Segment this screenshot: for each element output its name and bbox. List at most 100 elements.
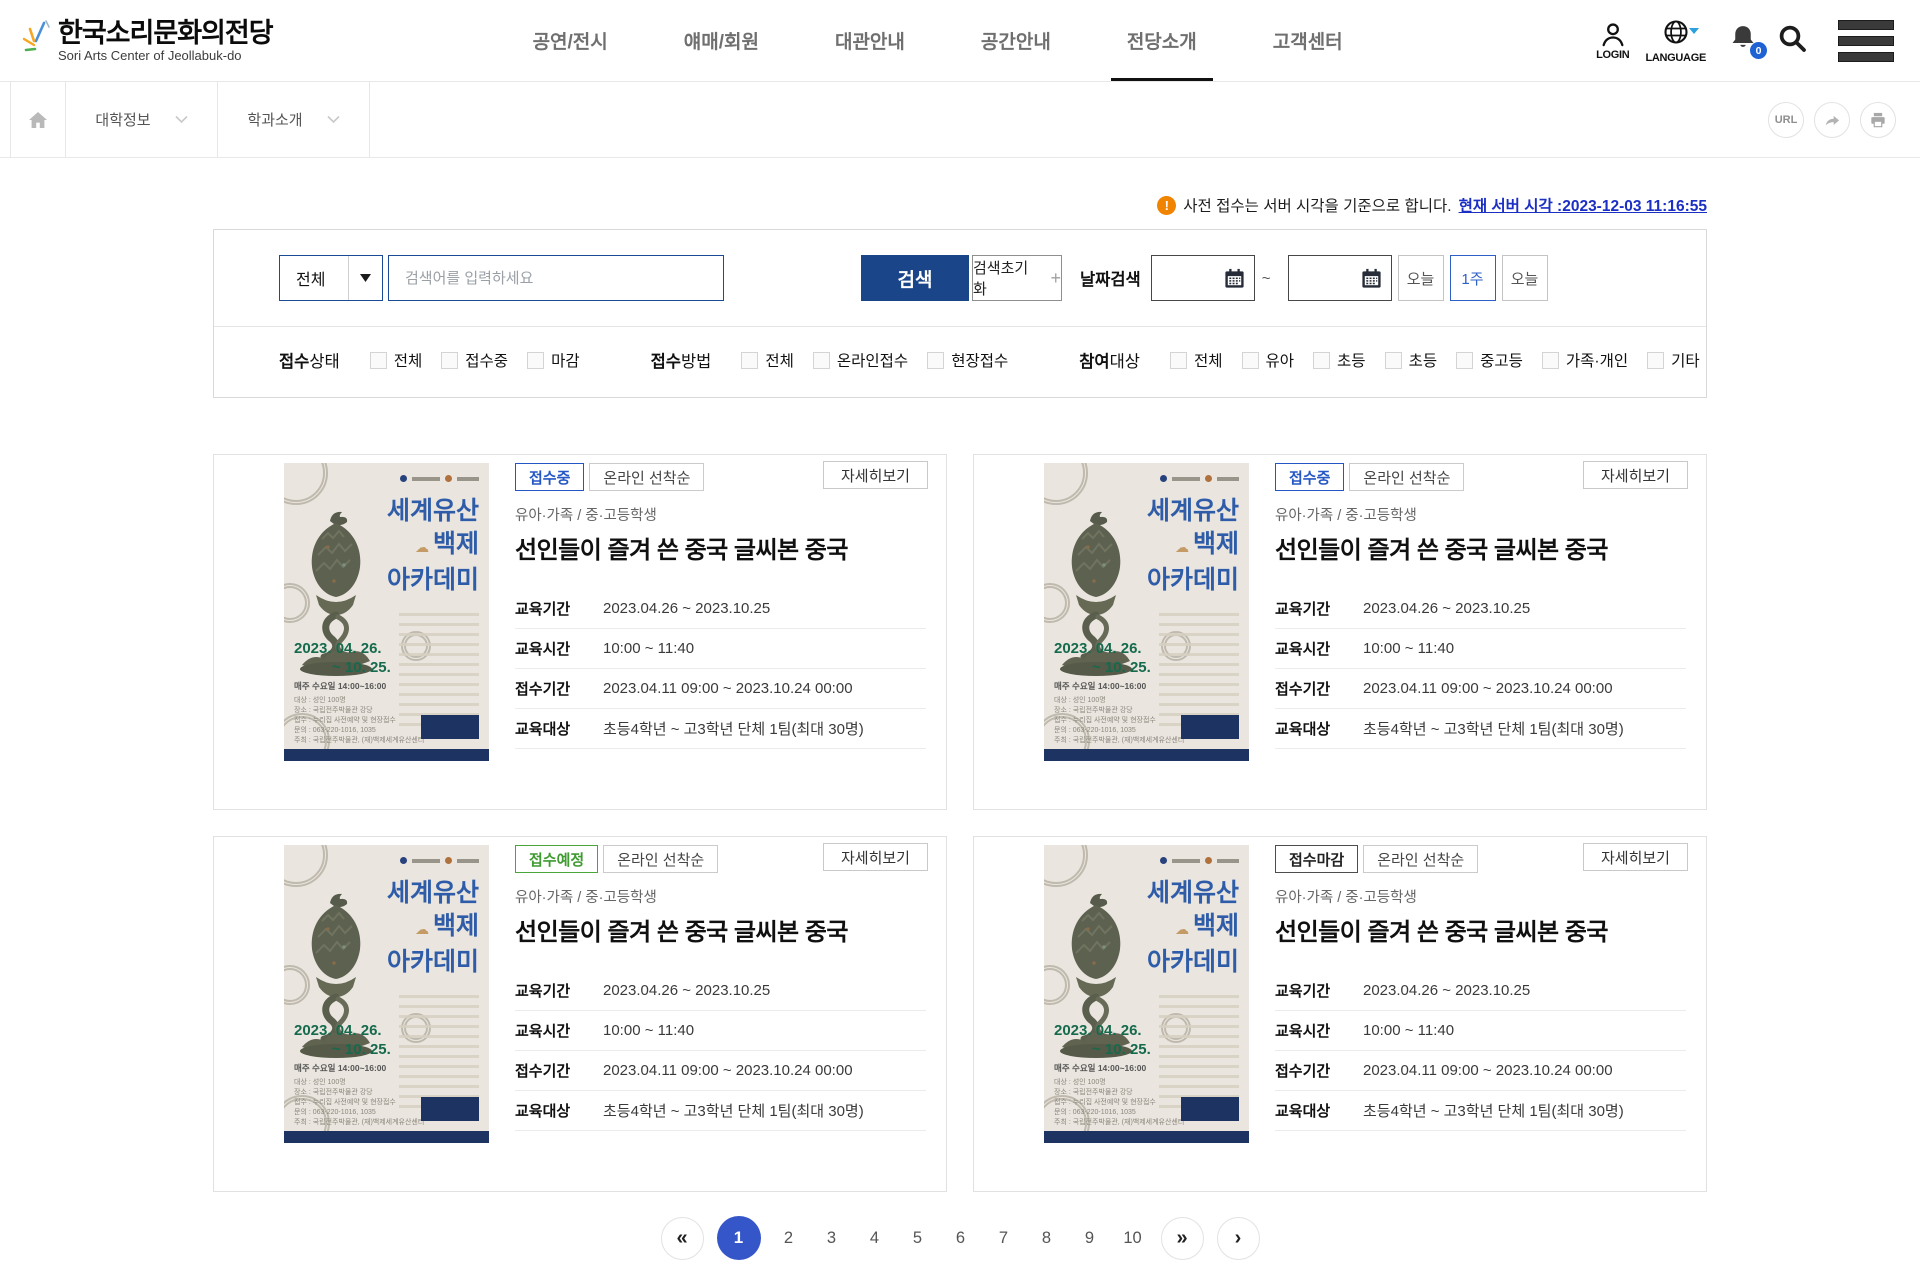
checkbox[interactable] bbox=[1456, 352, 1473, 369]
card-body: 접수중 온라인 선착순 자세히보기 유아·가족 / 중·고등학생 선인들이 즐겨… bbox=[515, 461, 930, 809]
search-reset-button[interactable]: 검색초기화 + bbox=[972, 255, 1062, 301]
checkbox[interactable] bbox=[1385, 352, 1402, 369]
print-button[interactable] bbox=[1860, 102, 1896, 138]
filter-option-aud-all[interactable]: 전체 bbox=[1170, 349, 1223, 371]
filter-option-method-online[interactable]: 온라인접수 bbox=[813, 349, 908, 371]
poster-logos bbox=[1160, 857, 1239, 864]
menu-bar bbox=[1838, 52, 1894, 62]
info-row: 교육시간10:00 ~ 11:40 bbox=[515, 629, 926, 669]
pagination-page-5[interactable]: 5 bbox=[903, 1229, 933, 1248]
checkbox[interactable] bbox=[813, 352, 830, 369]
breadcrumb-item-univ-info[interactable]: 대학정보 bbox=[66, 82, 218, 157]
filter-option-aud-elem1[interactable]: 초등 bbox=[1313, 349, 1366, 371]
breadcrumb-home[interactable] bbox=[10, 82, 66, 157]
server-time-link[interactable]: 현재 서버 시각 :2023-12-03 11:16:55 bbox=[1459, 194, 1707, 216]
pagination-first-button[interactable]: « bbox=[661, 1217, 704, 1260]
checkbox[interactable] bbox=[441, 352, 458, 369]
chevron-down-icon bbox=[175, 115, 188, 124]
checkbox[interactable] bbox=[1647, 352, 1664, 369]
pagination-page-9[interactable]: 9 bbox=[1075, 1229, 1105, 1248]
info-row: 접수기간2023.04.11 09:00 ~ 2023.10.24 00:00 bbox=[515, 669, 926, 709]
checkbox[interactable] bbox=[1542, 352, 1559, 369]
detail-button[interactable]: 자세히보기 bbox=[823, 461, 928, 489]
detail-button[interactable]: 자세히보기 bbox=[1583, 461, 1688, 489]
language-button[interactable]: LANGUAGE bbox=[1645, 18, 1706, 64]
poster-logos bbox=[1160, 475, 1239, 482]
date-from-input[interactable] bbox=[1151, 255, 1255, 301]
breadcrumb-item-dept-intro[interactable]: 학과소개 bbox=[218, 82, 370, 157]
program-title[interactable]: 선인들이 즐겨 쓴 중국 글씨본 중국 bbox=[1275, 912, 1690, 947]
detail-button[interactable]: 자세히보기 bbox=[823, 843, 928, 871]
nav-item-about[interactable]: 전당소개 bbox=[1117, 0, 1207, 81]
login-button[interactable]: LOGIN bbox=[1596, 20, 1629, 61]
poster-date: 2023. 04. 26.~ 10. 25. bbox=[1054, 639, 1151, 677]
checkbox[interactable] bbox=[1313, 352, 1330, 369]
checkbox[interactable] bbox=[370, 352, 387, 369]
pagination-last-button[interactable]: » bbox=[1161, 1217, 1204, 1260]
main-nav: 공연/전시 얘매/회원 대관안내 공간안내 전당소개 고객센터 bbox=[523, 0, 1353, 81]
nav-item-customer[interactable]: 고객센터 bbox=[1263, 0, 1353, 81]
filter-option-status-all[interactable]: 전체 bbox=[370, 349, 423, 371]
keyword-input[interactable] bbox=[388, 255, 724, 301]
pagination-page-2[interactable]: 2 bbox=[774, 1229, 804, 1248]
status-badge: 접수중 bbox=[515, 463, 584, 491]
nav-item-space[interactable]: 공간안내 bbox=[971, 0, 1061, 81]
checkbox[interactable] bbox=[927, 352, 944, 369]
menu-button[interactable] bbox=[1838, 20, 1894, 62]
checkbox[interactable] bbox=[741, 352, 758, 369]
poster-footer-bar bbox=[284, 749, 489, 761]
pagination-page-4[interactable]: 4 bbox=[860, 1229, 890, 1248]
checkbox[interactable] bbox=[527, 352, 544, 369]
program-card-grid: 세계유산 ☁백제 아카데미 2 bbox=[213, 454, 1707, 1192]
filter-option-method-all[interactable]: 전체 bbox=[741, 349, 794, 371]
status-badge: 접수예정 bbox=[515, 845, 598, 873]
notifications-button[interactable]: 0 bbox=[1728, 23, 1758, 58]
site-logo[interactable]: 한국소리문화의전당 Sori Arts Center of Jeollabuk-… bbox=[22, 19, 273, 63]
filter-option-aud-family[interactable]: 가족·개인 bbox=[1542, 349, 1628, 371]
pagination-page-7[interactable]: 7 bbox=[989, 1229, 1019, 1248]
filter-option-aud-infant[interactable]: 유아 bbox=[1242, 349, 1295, 371]
quick-one-week-button[interactable]: 1주 bbox=[1450, 255, 1496, 301]
date-to-input[interactable] bbox=[1288, 255, 1392, 301]
nav-item-rental[interactable]: 대관안내 bbox=[825, 0, 915, 81]
filter-option-status-open[interactable]: 접수중 bbox=[441, 349, 508, 371]
poster-heading: 세계유산 ☁백제 아카데미 bbox=[1147, 495, 1239, 597]
filter-option-method-onsite[interactable]: 현장접수 bbox=[927, 349, 1008, 371]
selected-category: 전체 bbox=[280, 266, 325, 290]
pagination-page-1[interactable]: 1 bbox=[717, 1216, 761, 1260]
pagination-page-3[interactable]: 3 bbox=[817, 1229, 847, 1248]
poster-info-lines: 대상 : 성인 100명장소 : 국립전주박물관 강당접수 : 누리집 사전예약… bbox=[1054, 696, 1184, 746]
pagination-page-8[interactable]: 8 bbox=[1032, 1229, 1062, 1248]
filter-option-aud-elem2[interactable]: 초등 bbox=[1385, 349, 1438, 371]
header-search-button[interactable] bbox=[1776, 22, 1808, 59]
program-title[interactable]: 선인들이 즐겨 쓴 중국 글씨본 중국 bbox=[515, 912, 930, 947]
program-poster-image: 세계유산 ☁백제 아카데미 2 bbox=[1044, 463, 1249, 761]
info-row: 교육대상초등4학년 ~ 고3학년 단체 1팀(최대 30명) bbox=[515, 709, 926, 749]
alert-icon: ! bbox=[1157, 196, 1176, 215]
pagination-page-10[interactable]: 10 bbox=[1118, 1229, 1148, 1248]
poster-logos bbox=[400, 857, 479, 864]
pagination-page-6[interactable]: 6 bbox=[946, 1229, 976, 1248]
quick-today-start-button[interactable]: 오늘 bbox=[1398, 255, 1444, 301]
filter-option-aud-secondary[interactable]: 중고등 bbox=[1456, 349, 1523, 371]
copy-url-button[interactable]: URL bbox=[1768, 102, 1804, 138]
detail-button[interactable]: 자세히보기 bbox=[1583, 843, 1688, 871]
info-row: 접수기간2023.04.11 09:00 ~ 2023.10.24 00:00 bbox=[1275, 669, 1686, 709]
quick-today-end-button[interactable]: 오늘 bbox=[1502, 255, 1548, 301]
checkbox[interactable] bbox=[1242, 352, 1259, 369]
program-title[interactable]: 선인들이 즐겨 쓴 중국 글씨본 중국 bbox=[515, 530, 930, 565]
logo-text: 한국소리문화의전당 Sori Arts Center of Jeollabuk-… bbox=[58, 19, 273, 63]
share-button[interactable] bbox=[1814, 102, 1850, 138]
program-title[interactable]: 선인들이 즐겨 쓴 중국 글씨본 중국 bbox=[1275, 530, 1690, 565]
nav-item-booking[interactable]: 얘매/회원 bbox=[674, 0, 769, 81]
search-submit-button[interactable]: 검색 bbox=[861, 255, 969, 301]
pagination-next-button[interactable]: › bbox=[1217, 1217, 1260, 1260]
filter-label: 접수방법 bbox=[651, 348, 712, 372]
filter-option-aud-etc[interactable]: 기타 bbox=[1647, 349, 1700, 371]
search-category-select[interactable]: 전체 bbox=[279, 255, 383, 301]
filter-option-status-closed[interactable]: 마감 bbox=[527, 349, 580, 371]
rosette-ornament bbox=[1044, 845, 1088, 887]
info-rows: 교육기간2023.04.26 ~ 2023.10.25 교육시간10:00 ~ … bbox=[1275, 971, 1686, 1131]
checkbox[interactable] bbox=[1170, 352, 1187, 369]
nav-item-performance[interactable]: 공연/전시 bbox=[523, 0, 618, 81]
